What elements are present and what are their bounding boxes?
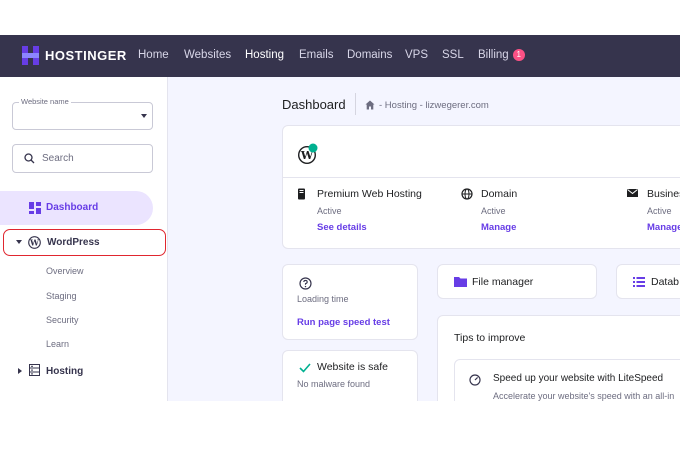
- tips-heading: Tips to improve: [454, 332, 526, 344]
- mail-icon: [627, 189, 638, 197]
- nav-emails[interactable]: Emails: [299, 49, 334, 61]
- no-malware-text: No malware found: [297, 379, 371, 389]
- databases-button[interactable]: Datab: [616, 264, 680, 299]
- server-icon: [298, 188, 305, 200]
- tip-description: Accelerate your website's speed with an …: [493, 391, 675, 401]
- top-navigation-bar: HOSTINGER Home Websites Hosting Emails D…: [0, 35, 680, 77]
- nav-vps[interactable]: VPS: [405, 49, 428, 61]
- dashboard-icon: [29, 202, 41, 214]
- website-name-select[interactable]: Website name: [12, 97, 153, 130]
- card-divider: [283, 177, 680, 178]
- nav-home[interactable]: Home: [138, 49, 169, 61]
- sidebar-item-label: Dashboard: [46, 202, 99, 213]
- globe-icon: [461, 188, 473, 200]
- chevron-down-icon: [141, 114, 147, 118]
- sidebar-subitem-overview[interactable]: Overview: [46, 266, 84, 276]
- nav-billing[interactable]: Billing 1: [478, 49, 525, 61]
- sidebar-subitem-staging[interactable]: Staging: [46, 291, 77, 301]
- plan-status: Active: [481, 206, 506, 216]
- brand-name: HOSTINGER: [45, 48, 127, 63]
- manage-domain-link[interactable]: Manage: [481, 222, 516, 233]
- run-speed-test-link[interactable]: Run page speed test: [297, 317, 390, 328]
- chevron-down-icon: [16, 240, 22, 244]
- overview-card: W Premium Web Hosting Active See details…: [282, 125, 680, 249]
- nav-hosting[interactable]: Hosting: [245, 49, 284, 61]
- sidebar-item-dashboard[interactable]: Dashboard: [0, 191, 153, 225]
- sidebar-subitem-security[interactable]: Security: [46, 315, 79, 325]
- see-details-link[interactable]: See details: [317, 222, 367, 233]
- nav-ssl[interactable]: SSL: [442, 49, 464, 61]
- plan-status: Active: [317, 206, 342, 216]
- folder-icon: [454, 277, 467, 287]
- search-input[interactable]: Search: [12, 144, 153, 173]
- title-divider: [355, 93, 356, 115]
- sidebar-item-wordpress[interactable]: W WordPress: [3, 229, 166, 256]
- nav-websites[interactable]: Websites: [184, 49, 231, 61]
- hostinger-logo[interactable]: HOSTINGER: [22, 46, 127, 65]
- loading-time-label: Loading time: [297, 294, 349, 304]
- website-name-label: Website name: [19, 97, 71, 106]
- search-icon: [24, 153, 35, 164]
- sidebar: Website name Search Dashboard W WordPres…: [0, 77, 168, 401]
- wordpress-logo-icon: W: [298, 143, 318, 164]
- wordpress-icon: W: [28, 236, 41, 249]
- plan-title: Domain: [481, 188, 518, 200]
- website-safe-title: Website is safe: [317, 361, 389, 373]
- plan-title: Premium Web Hosting: [317, 188, 422, 200]
- tips-card: Tips to improve Speed up your website wi…: [437, 315, 680, 401]
- file-manager-button[interactable]: File manager: [437, 264, 597, 299]
- tip-item-litespeed[interactable]: Speed up your website with LiteSpeed Acc…: [454, 359, 680, 401]
- home-icon[interactable]: [365, 100, 375, 110]
- server-icon: [29, 364, 40, 376]
- list-icon: [633, 277, 645, 287]
- billing-notification-badge: 1: [512, 49, 525, 61]
- nav-billing-label: Billing: [478, 49, 509, 61]
- page-speed-card: Loading time Run page speed test: [282, 264, 418, 340]
- malware-status-card: Website is safe No malware found: [282, 350, 418, 401]
- manage-email-link[interactable]: Manage: [647, 222, 680, 233]
- plan-title: Business: [647, 188, 680, 200]
- file-manager-label: File manager: [472, 276, 534, 288]
- sidebar-item-label: WordPress: [47, 237, 100, 248]
- help-circle-icon: [299, 277, 312, 290]
- nav-domains[interactable]: Domains: [347, 49, 392, 61]
- speedometer-icon: [469, 374, 481, 386]
- plan-status: Active: [647, 206, 672, 216]
- databases-label: Datab: [651, 276, 680, 288]
- tip-title: Speed up your website with LiteSpeed: [493, 373, 664, 384]
- hostinger-logo-icon: [22, 46, 39, 65]
- svg-text:W: W: [29, 237, 40, 247]
- breadcrumb: - Hosting - lizwegerer.com: [379, 100, 489, 111]
- sidebar-subitem-learn[interactable]: Learn: [46, 339, 69, 349]
- page-title: Dashboard: [282, 97, 346, 112]
- app-frame: HOSTINGER Home Websites Hosting Emails D…: [0, 35, 680, 401]
- check-icon: [299, 363, 311, 373]
- chevron-right-icon: [18, 368, 22, 374]
- sidebar-item-hosting[interactable]: Hosting: [46, 366, 83, 377]
- search-placeholder: Search: [42, 153, 74, 164]
